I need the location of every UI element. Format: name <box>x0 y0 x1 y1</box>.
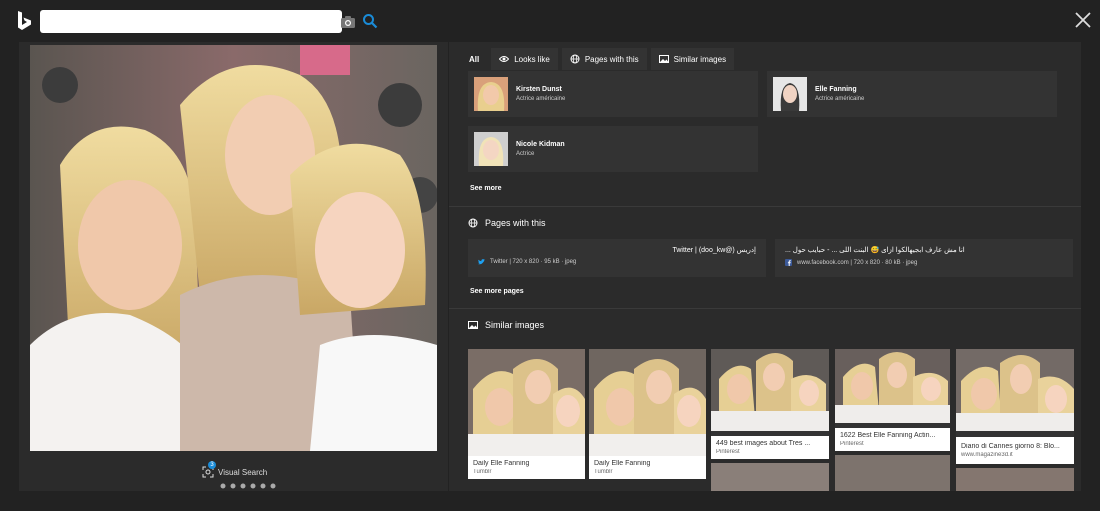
similar-image-thumbnail <box>589 349 706 459</box>
globe-icon <box>570 54 580 64</box>
tab-bar: All Looks like Pages with this Similar i… <box>461 48 735 70</box>
similar-image-caption: 1622 Best Elle Fanning Actin... Pinteres… <box>835 428 950 451</box>
section-title: Similar images <box>485 320 545 330</box>
similar-image-source: Tumblr <box>473 469 492 475</box>
person-name: Elle Fanning <box>815 86 857 93</box>
page-meta: Twitter | 720 x 820 · 95 kB · jpeg <box>478 259 756 265</box>
page-title: انا مش عارف ابجيهالكوا ازاى 😅 البنت اللى… <box>785 247 965 254</box>
similar-image-card-partial[interactable] <box>956 468 1074 491</box>
similar-image-source: www.magazine3d.it <box>961 452 1013 458</box>
similar-image-title: 449 best images about Tres ... <box>716 440 811 447</box>
person-name: Nicole Kidman <box>516 141 565 148</box>
image-icon <box>468 321 478 329</box>
person-name: Kirsten Dunst <box>516 86 562 93</box>
similar-image-thumbnail <box>711 349 829 431</box>
camera-icon[interactable] <box>340 14 356 29</box>
similar-image-thumbnail <box>835 349 950 423</box>
similar-image-card[interactable]: Daily Elle Fanning Tumblr <box>589 349 706 479</box>
tab-label: Looks like <box>514 54 550 64</box>
similar-image-caption: Daily Elle Fanning Tumblr <box>589 456 706 479</box>
similar-image-title: Daily Elle Fanning <box>594 460 651 467</box>
page-meta: www.facebook.com | 720 x 820 · 80 kB · j… <box>785 259 1063 266</box>
person-card-elle-fanning[interactable]: Elle Fanning Actrice américaine <box>767 71 1057 117</box>
twitter-icon <box>478 259 485 265</box>
similar-image-caption: 449 best images about Tres ... Pinterest <box>711 436 829 459</box>
main-image-panel: 3 Visual Search <box>19 42 448 491</box>
similar-section-header: Similar images <box>468 320 544 330</box>
top-bar <box>0 0 1100 42</box>
tab-pages-with-this[interactable]: Pages with this <box>561 48 647 70</box>
similar-image-source: Pinterest <box>716 449 740 455</box>
similar-image-card[interactable]: 449 best images about Tres ... Pinterest <box>711 349 829 459</box>
similar-image-source: Pinterest <box>840 441 864 447</box>
similar-image-title: Diario di Cannes giorno 8: Blo... <box>961 443 1060 450</box>
person-thumbnail <box>773 77 807 111</box>
similar-image-card[interactable]: 1622 Best Elle Fanning Actin... Pinteres… <box>835 349 950 451</box>
tab-all[interactable]: All <box>461 48 488 70</box>
visual-search-label: Visual Search <box>218 467 268 477</box>
section-divider <box>449 206 1081 207</box>
page-card[interactable]: انا مش عارف ابجيهالكوا ازاى 😅 البنت اللى… <box>775 239 1073 277</box>
person-role: Actrice américaine <box>516 96 566 102</box>
eye-icon <box>499 56 510 62</box>
person-thumbnail <box>474 132 508 166</box>
search-icon[interactable] <box>362 13 378 29</box>
similar-image-thumbnail <box>956 349 1074 431</box>
pages-section-header: Pages with this <box>468 218 546 228</box>
similar-image-card[interactable]: Daily Elle Fanning Tumblr <box>468 349 585 479</box>
similar-image-title: Daily Elle Fanning <box>473 460 530 467</box>
close-icon[interactable] <box>1074 11 1092 29</box>
globe-icon <box>468 218 478 228</box>
bing-logo-icon[interactable] <box>15 10 35 32</box>
page-meta-text: www.facebook.com | 720 x 820 · 80 kB · j… <box>797 259 918 266</box>
image-icon <box>658 55 669 63</box>
similar-image-thumbnail <box>468 349 585 459</box>
similar-image-caption: Daily Elle Fanning Tumblr <box>468 456 585 479</box>
search-box <box>40 10 378 33</box>
main-photo[interactable] <box>30 45 437 451</box>
similar-image-caption: Diario di Cannes giorno 8: Blo... www.ma… <box>956 437 1074 464</box>
visual-search-badge: 3 <box>208 461 216 469</box>
person-role: Actrice américaine <box>815 96 865 102</box>
tab-label: Similar images <box>673 54 727 64</box>
person-role: Actrice <box>516 151 535 157</box>
tab-similar-images[interactable]: Similar images <box>650 48 735 70</box>
similar-image-card[interactable]: Diario di Cannes giorno 8: Blo... www.ma… <box>956 349 1074 464</box>
page-card[interactable]: إدريس (@doo_kw) | Twitter Twitter | 720 … <box>468 239 766 277</box>
person-card-nicole-kidman[interactable]: Nicole Kidman Actrice <box>468 126 758 172</box>
page-meta-text: Twitter | 720 x 820 · 95 kB · jpeg <box>490 259 577 265</box>
person-thumbnail <box>474 77 508 111</box>
section-divider <box>449 308 1081 309</box>
carousel-dots <box>220 483 276 489</box>
page-title: إدريس (@doo_kw) | Twitter <box>672 247 756 254</box>
tab-label: Pages with this <box>584 54 639 64</box>
facebook-icon <box>785 259 792 266</box>
section-title: Pages with this <box>485 218 546 228</box>
similar-image-card-partial[interactable] <box>835 455 950 491</box>
person-card-kirsten-dunst[interactable]: Kirsten Dunst Actrice américaine <box>468 71 758 117</box>
similar-image-card-partial[interactable] <box>711 463 829 491</box>
similar-image-title: 1622 Best Elle Fanning Actin... <box>840 432 936 439</box>
details-panel: All Looks like Pages with this Similar i… <box>449 42 1081 491</box>
see-more-pages-link[interactable]: See more pages <box>470 288 524 295</box>
tab-label: All <box>469 54 480 64</box>
search-input[interactable] <box>46 13 286 30</box>
similar-image-source: Tumblr <box>594 469 613 475</box>
see-more-people-link[interactable]: See more <box>470 185 502 192</box>
visual-search-button[interactable]: 3 Visual Search <box>202 461 268 478</box>
visual-search-icon: 3 <box>202 461 216 478</box>
tab-looks-like[interactable]: Looks like <box>491 48 558 70</box>
